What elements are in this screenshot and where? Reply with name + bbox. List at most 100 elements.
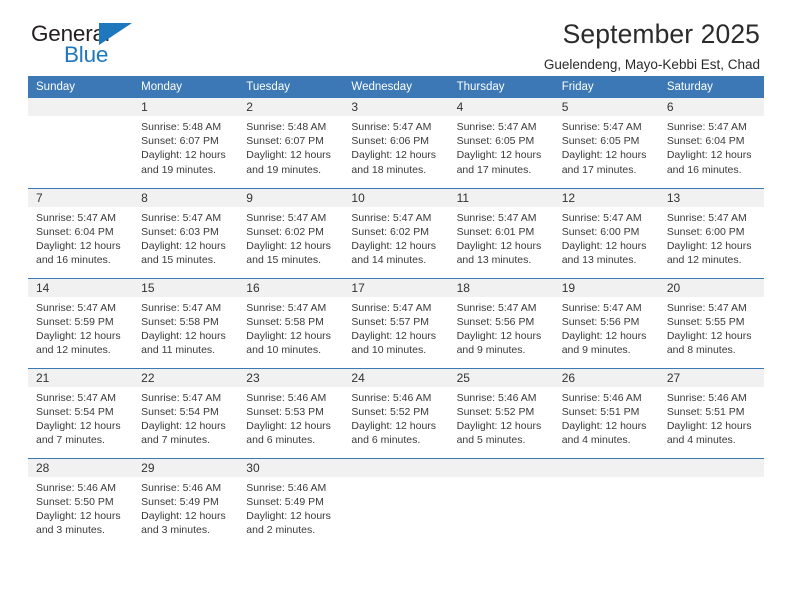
sunrise-text: Sunrise: 5:47 AM	[351, 301, 432, 314]
day-details: Sunrise: 5:47 AM Sunset: 6:00 PM Daylight:…	[554, 207, 659, 268]
sunrise-text: Sunrise: 5:47 AM	[141, 301, 222, 314]
daylight-text: Daylight: 12 hours and 5 minutes.	[456, 419, 542, 447]
brand-logo[interactable]: General Blue	[31, 22, 161, 72]
calendar-week-row: 21 Sunrise: 5:47 AM Sunset: 5:54 PM Dayligh…	[28, 367, 764, 458]
sunrise-text: Sunrise: 5:47 AM	[246, 211, 327, 224]
calendar-page: General Blue September 2025 Guelendeng, …	[0, 0, 792, 612]
sunset-text: Sunset: 5:56 PM	[456, 315, 535, 328]
day-cell[interactable]: 5 Sunrise: 5:47 AM Sunset: 6:05 PM Daylight…	[553, 98, 659, 188]
sunrise-text: Sunrise: 5:47 AM	[561, 301, 642, 314]
sunset-text: Sunset: 6:00 PM	[666, 225, 745, 238]
day-cell[interactable]: 29 Sunrise: 5:46 AM Sunset: 5:49 PM Dayligh…	[133, 457, 239, 548]
day-number: 11	[448, 188, 554, 207]
day-cell-empty	[553, 457, 659, 548]
daylight-text: Daylight: 12 hours and 3 minutes.	[36, 509, 121, 537]
day-details: Sunrise: 5:47 AM Sunset: 5:58 PM Daylight:…	[133, 297, 238, 358]
daylight-text: Daylight: 12 hours and 8 minutes.	[666, 329, 752, 357]
day-cell[interactable]: 6 Sunrise: 5:47 AM Sunset: 6:04 PM Daylight…	[658, 98, 764, 188]
day-number: 6	[658, 98, 764, 116]
daylight-text: Daylight: 12 hours and 13 minutes.	[456, 239, 542, 267]
day-cell[interactable]: 3 Sunrise: 5:47 AM Sunset: 6:06 PM Daylight…	[343, 98, 449, 188]
day-cell[interactable]: 11 Sunrise: 5:47 AM Sunset: 6:01 PM Dayligh…	[448, 187, 554, 278]
day-number: 18	[448, 278, 554, 297]
day-details: Sunrise: 5:48 AM Sunset: 6:07 PM Daylight:…	[133, 116, 238, 177]
day-cell[interactable]: 23 Sunrise: 5:46 AM Sunset: 5:53 PM Dayligh…	[238, 367, 344, 458]
day-details: Sunrise: 5:47 AM Sunset: 6:01 PM Daylight:…	[449, 207, 554, 268]
weekday-header-friday: Friday	[553, 76, 659, 98]
calendar-week-row: 28 Sunrise: 5:46 AM Sunset: 5:50 PM Dayligh…	[28, 457, 764, 548]
day-cell[interactable]: 27 Sunrise: 5:46 AM Sunset: 5:51 PM Dayligh…	[658, 367, 764, 458]
weekday-header-saturday: Saturday	[658, 76, 764, 98]
day-cell[interactable]: 13 Sunrise: 5:47 AM Sunset: 6:00 PM Dayligh…	[658, 187, 764, 278]
day-cell[interactable]: 4 Sunrise: 5:47 AM Sunset: 6:05 PM Daylight…	[448, 98, 554, 188]
day-cell[interactable]: 21 Sunrise: 5:47 AM Sunset: 5:54 PM Dayligh…	[28, 367, 134, 458]
day-cell[interactable]: 26 Sunrise: 5:46 AM Sunset: 5:51 PM Dayligh…	[553, 367, 659, 458]
weekday-header-wednesday: Wednesday	[343, 76, 449, 98]
day-cell-empty	[28, 98, 134, 188]
day-details: Sunrise: 5:46 AM Sunset: 5:52 PM Daylight:…	[449, 387, 554, 448]
sunset-text: Sunset: 5:57 PM	[351, 315, 430, 328]
page-header: General Blue September 2025 Guelendeng, …	[28, 0, 764, 76]
day-cell[interactable]: 24 Sunrise: 5:46 AM Sunset: 5:52 PM Dayligh…	[343, 367, 449, 458]
day-cell[interactable]: 19 Sunrise: 5:47 AM Sunset: 5:56 PM Dayligh…	[553, 277, 659, 368]
daylight-text: Daylight: 12 hours and 15 minutes.	[141, 239, 226, 267]
daylight-text: Daylight: 12 hours and 19 minutes.	[246, 149, 331, 176]
day-cell[interactable]: 7 Sunrise: 5:47 AM Sunset: 6:04 PM Daylight…	[28, 187, 134, 278]
daylight-text: Daylight: 12 hours and 4 minutes.	[561, 419, 647, 447]
day-cell[interactable]: 16 Sunrise: 5:47 AM Sunset: 5:58 PM Dayligh…	[238, 277, 344, 368]
day-number: 20	[658, 278, 764, 297]
weekday-header-monday: Monday	[133, 76, 239, 98]
day-cell[interactable]: 2 Sunrise: 5:48 AM Sunset: 6:07 PM Daylight…	[238, 98, 344, 188]
sunset-text: Sunset: 5:52 PM	[351, 405, 430, 418]
page-subtitle: Guelendeng, Mayo-Kebbi Est, Chad	[543, 57, 760, 72]
day-number: 19	[553, 278, 659, 297]
day-cell[interactable]: 15 Sunrise: 5:47 AM Sunset: 5:58 PM Dayligh…	[133, 277, 239, 368]
day-details: Sunrise: 5:47 AM Sunset: 5:56 PM Daylight:…	[449, 297, 554, 358]
day-cell[interactable]: 30 Sunrise: 5:46 AM Sunset: 5:49 PM Dayligh…	[238, 457, 344, 548]
day-details: Sunrise: 5:47 AM Sunset: 5:58 PM Daylight:…	[238, 297, 343, 358]
sunset-text: Sunset: 6:05 PM	[561, 135, 640, 148]
sunset-text: Sunset: 5:58 PM	[246, 315, 324, 328]
sunset-text: Sunset: 6:00 PM	[561, 225, 640, 238]
sunset-text: Sunset: 6:03 PM	[141, 225, 219, 238]
day-cell[interactable]: 22 Sunrise: 5:47 AM Sunset: 5:54 PM Dayligh…	[133, 367, 239, 458]
day-details: Sunrise: 5:46 AM Sunset: 5:53 PM Daylight:…	[238, 387, 343, 448]
day-details: Sunrise: 5:47 AM Sunset: 6:02 PM Daylight:…	[238, 207, 343, 268]
daylight-text: Daylight: 12 hours and 10 minutes.	[246, 329, 331, 357]
day-number: 17	[343, 278, 449, 297]
day-number	[28, 98, 134, 116]
day-cell[interactable]: 10 Sunrise: 5:47 AM Sunset: 6:02 PM Dayligh…	[343, 187, 449, 278]
day-cell[interactable]: 14 Sunrise: 5:47 AM Sunset: 5:59 PM Dayligh…	[28, 277, 134, 368]
day-number: 14	[28, 278, 134, 297]
day-cell[interactable]: 8 Sunrise: 5:47 AM Sunset: 6:03 PM Daylight…	[133, 187, 239, 278]
day-cell[interactable]: 9 Sunrise: 5:47 AM Sunset: 6:02 PM Daylight…	[238, 187, 344, 278]
daylight-text: Daylight: 12 hours and 18 minutes.	[351, 149, 437, 176]
daylight-text: Daylight: 12 hours and 15 minutes.	[246, 239, 331, 267]
daylight-text: Daylight: 12 hours and 19 minutes.	[141, 149, 226, 176]
calendar-week-row: 14 Sunrise: 5:47 AM Sunset: 5:59 PM Dayligh…	[28, 277, 764, 368]
day-number	[343, 458, 449, 477]
day-cell[interactable]: 17 Sunrise: 5:47 AM Sunset: 5:57 PM Dayligh…	[343, 277, 449, 368]
sunrise-text: Sunrise: 5:46 AM	[141, 481, 222, 494]
sunset-text: Sunset: 6:07 PM	[246, 135, 324, 148]
title-block: September 2025 Guelendeng, Mayo-Kebbi Es…	[544, 18, 764, 75]
daylight-text: Daylight: 12 hours and 2 minutes.	[246, 509, 331, 537]
daylight-text: Daylight: 12 hours and 11 minutes.	[141, 329, 226, 357]
day-cell[interactable]: 20 Sunrise: 5:47 AM Sunset: 5:55 PM Dayligh…	[658, 277, 764, 368]
day-cell[interactable]: 1 Sunrise: 5:48 AM Sunset: 6:07 PM Daylight…	[133, 98, 239, 188]
sunrise-text: Sunrise: 5:47 AM	[246, 301, 327, 314]
day-cell[interactable]: 25 Sunrise: 5:46 AM Sunset: 5:52 PM Dayligh…	[448, 367, 554, 458]
sunrise-text: Sunrise: 5:46 AM	[36, 481, 116, 494]
sunset-text: Sunset: 6:04 PM	[36, 225, 114, 238]
day-number: 12	[553, 188, 659, 207]
daylight-text: Daylight: 12 hours and 4 minutes.	[666, 419, 752, 447]
day-cell[interactable]: 28 Sunrise: 5:46 AM Sunset: 5:50 PM Dayligh…	[28, 457, 134, 548]
day-number: 2	[238, 98, 344, 116]
sunset-text: Sunset: 5:51 PM	[561, 405, 640, 418]
sunset-text: Sunset: 5:54 PM	[141, 405, 219, 418]
day-cell[interactable]: 12 Sunrise: 5:47 AM Sunset: 6:00 PM Dayligh…	[553, 187, 659, 278]
weekday-header-sunday: Sunday	[28, 76, 134, 98]
sunset-text: Sunset: 5:50 PM	[36, 495, 114, 508]
day-cell[interactable]: 18 Sunrise: 5:47 AM Sunset: 5:56 PM Dayligh…	[448, 277, 554, 368]
day-details: Sunrise: 5:47 AM Sunset: 6:03 PM Daylight:…	[133, 207, 238, 268]
